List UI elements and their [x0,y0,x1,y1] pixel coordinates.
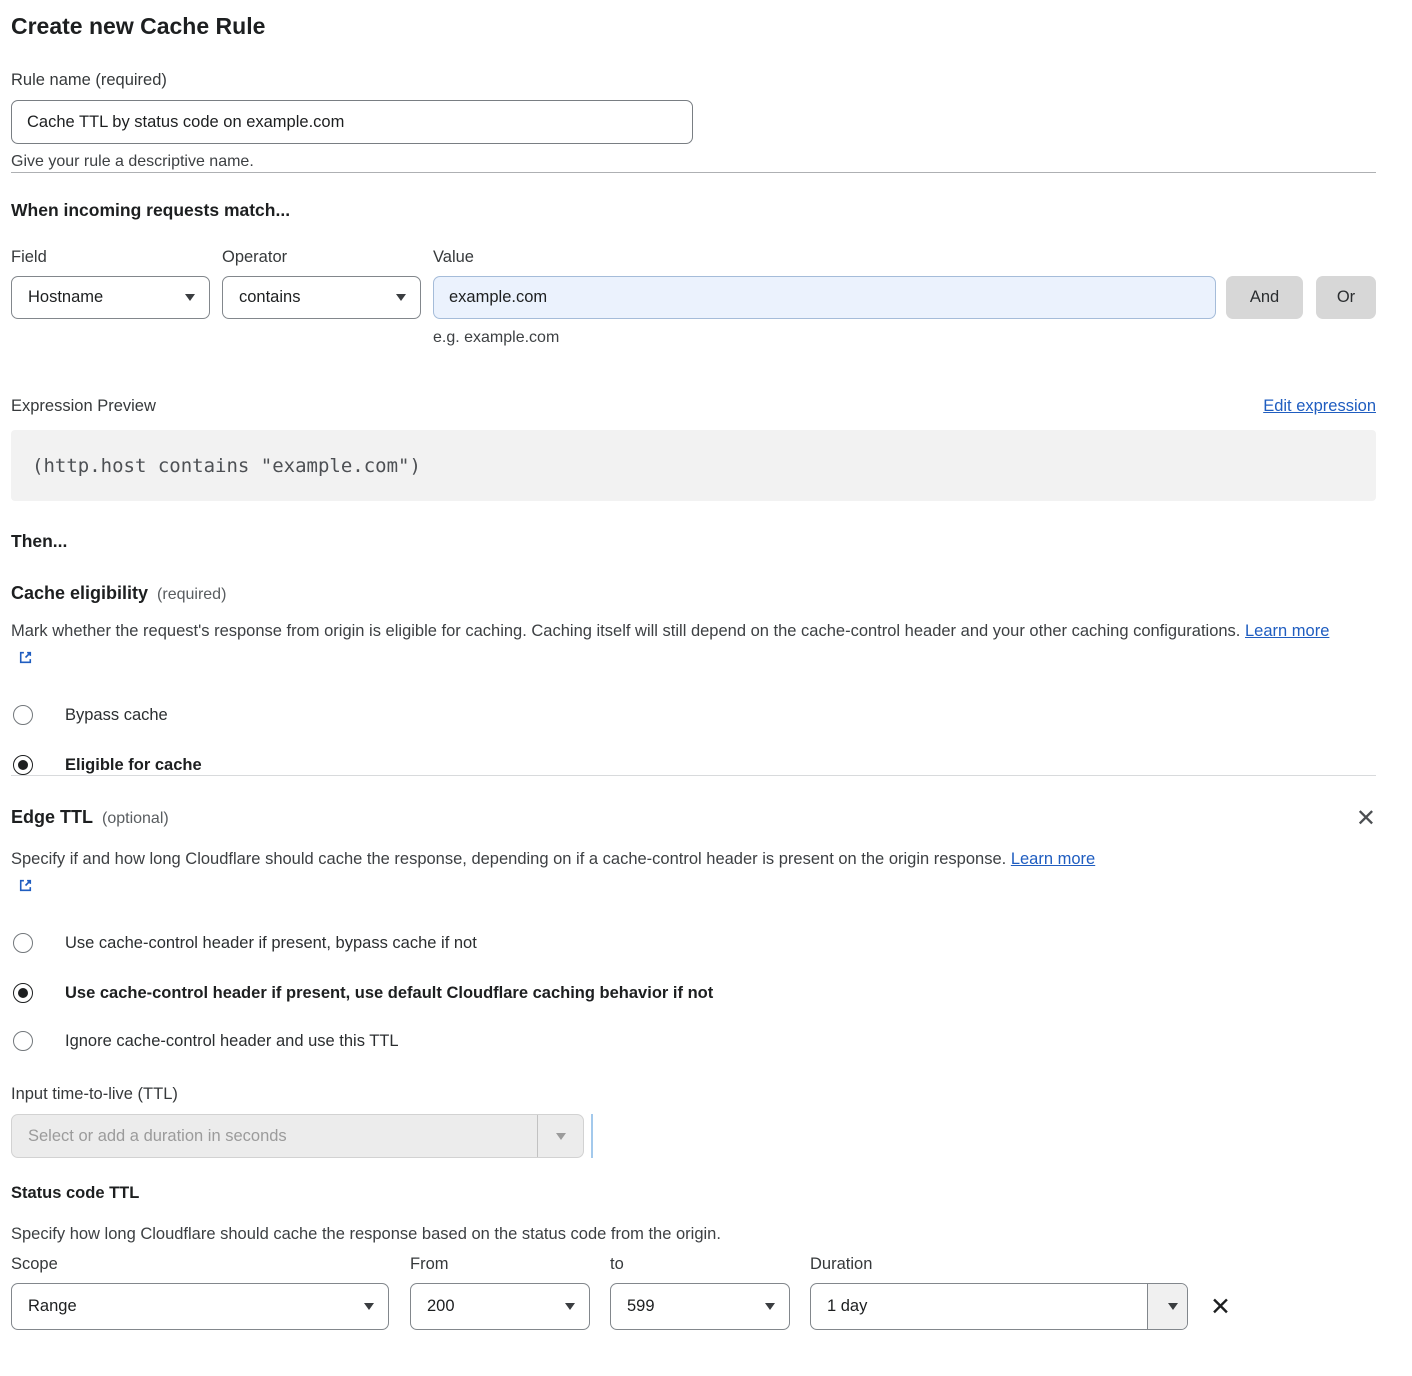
radio-eligible-for-cache[interactable]: Eligible for cache [11,755,1376,775]
section-divider [11,775,1376,776]
dropdown-arrow-segment[interactable] [1147,1284,1187,1329]
status-code-ttl-row: Scope Range From 200 to 599 Duration 1 d… [11,1254,1376,1330]
match-heading: When incoming requests match... [11,199,1376,221]
from-column: From 200 [410,1254,590,1330]
expression-header: Expression Preview Edit expression [11,396,1376,416]
value-input[interactable] [433,276,1216,319]
expression-code-block: (http.host contains "example.com") [11,430,1376,501]
edge-ttl-close-button[interactable]: ✕ [1356,807,1376,831]
ttl-duration-placeholder: Select or add a duration in seconds [12,1115,537,1157]
chevron-down-icon [1168,1303,1178,1310]
external-link-icon [17,875,34,903]
page-title: Create new Cache Rule [11,12,1376,40]
chevron-down-icon [396,294,406,301]
status-code-ttl-heading: Status code TTL [11,1184,1376,1203]
cache-eligibility-description-text: Mark whether the request's response from… [11,622,1240,640]
to-select[interactable]: 599 [610,1283,790,1330]
radio-use-header-default[interactable]: Use cache-control header if present, use… [11,983,1376,1003]
operator-select-value: contains [239,288,300,307]
radio-label: Use cache-control header if present, use… [65,984,713,1003]
match-condition-row: Hostname contains And Or [11,276,1376,319]
chevron-down-icon [765,1303,775,1310]
to-label: to [610,1254,790,1274]
radio-icon [13,933,33,953]
rule-name-input[interactable] [11,100,693,144]
radio-bypass-cache[interactable]: Bypass cache [11,705,1376,725]
close-icon: ✕ [1210,1293,1231,1321]
scope-select-value: Range [28,1297,77,1316]
scope-select[interactable]: Range [11,1283,389,1330]
cache-eligibility-qualifier: (required) [157,586,226,604]
match-labels-row: Field Operator Value [11,247,1376,267]
ttl-select-wrap: Select or add a duration in seconds [11,1114,1376,1158]
rule-name-helper: Give your rule a descriptive name. [11,152,1376,172]
chevron-down-icon [565,1303,575,1310]
expression-code: (http.host contains "example.com") [32,455,421,477]
duration-combobox[interactable]: 1 day [810,1283,1188,1330]
cache-eligibility-header: Cache eligibility (required) [11,583,1376,604]
edge-ttl-title-group: Edge TTL (optional) [11,807,169,828]
chevron-down-icon [364,1303,374,1310]
ttl-duration-select[interactable]: Select or add a duration in seconds [11,1114,584,1158]
to-select-value: 599 [627,1297,655,1316]
remove-status-ttl-row-button[interactable]: ✕ [1210,1295,1231,1320]
ttl-focus-indicator [591,1114,593,1158]
radio-icon [13,705,33,725]
duration-label: Duration [810,1254,1188,1274]
and-button[interactable]: And [1226,276,1303,319]
rule-name-label: Rule name (required) [11,70,1376,90]
operator-select[interactable]: contains [222,276,421,319]
expression-preview-label: Expression Preview [11,396,156,416]
edit-expression-link[interactable]: Edit expression [1263,397,1376,416]
field-select[interactable]: Hostname [11,276,210,319]
external-link-icon [17,647,34,675]
chevron-down-icon [556,1133,566,1140]
status-code-ttl-description: Specify how long Cloudflare should cache… [11,1224,1376,1244]
radio-ignore-header[interactable]: Ignore cache-control header and use this… [11,1031,1376,1051]
section-divider [11,172,1376,173]
edge-ttl-description-text: Specify if and how long Cloudflare shoul… [11,850,1006,868]
operator-label: Operator [222,247,433,267]
or-button[interactable]: Or [1316,276,1376,319]
edge-ttl-title: Edge TTL [11,807,93,828]
radio-icon [13,983,33,1003]
edge-ttl-qualifier: (optional) [102,810,169,828]
from-select[interactable]: 200 [410,1283,590,1330]
from-label: From [410,1254,590,1274]
to-column: to 599 [610,1254,790,1330]
value-helper: e.g. example.com [433,328,1376,348]
duration-column: Duration 1 day [810,1254,1188,1330]
field-select-value: Hostname [28,288,103,307]
edge-ttl-learn-more-link[interactable]: Learn more [1011,850,1095,868]
scope-label: Scope [11,1254,389,1274]
radio-label: Use cache-control header if present, byp… [65,934,477,953]
radio-label: Ignore cache-control header and use this… [65,1032,399,1051]
cache-eligibility-description: Mark whether the request's response from… [11,617,1351,675]
radio-label: Bypass cache [65,706,168,725]
duration-value: 1 day [811,1284,1147,1329]
close-icon: ✕ [1356,805,1376,832]
dropdown-arrow-segment [537,1115,583,1157]
radio-label: Eligible for cache [65,756,202,775]
from-select-value: 200 [427,1297,455,1316]
radio-icon [13,1031,33,1051]
ttl-input-label: Input time-to-live (TTL) [11,1084,1376,1104]
field-label: Field [11,247,222,267]
radio-use-header-bypass[interactable]: Use cache-control header if present, byp… [11,933,1376,953]
edge-ttl-description: Specify if and how long Cloudflare shoul… [11,845,1115,903]
value-label: Value [433,247,1376,267]
cache-eligibility-learn-more-link[interactable]: Learn more [1245,622,1329,640]
create-cache-rule-form: Create new Cache Rule Rule name (require… [0,0,1412,1360]
scope-column: Scope Range [11,1254,389,1330]
chevron-down-icon [185,294,195,301]
cache-eligibility-title: Cache eligibility [11,583,148,604]
edge-ttl-header: Edge TTL (optional) ✕ [11,807,1376,831]
then-heading: Then... [11,530,1376,552]
radio-icon [13,755,33,775]
